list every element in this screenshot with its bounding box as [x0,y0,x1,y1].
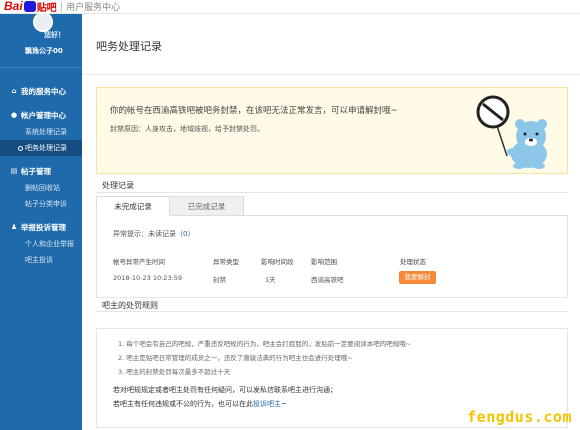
rules-note-prefix: 若吧主有任何违规或不公的行为，也可以在此 [113,400,253,408]
sidebar-item-system-records[interactable]: 系统处理记录 [0,124,82,140]
divider [96,311,568,312]
page-title: 吧务处理记录 [96,40,162,53]
main-content: 吧务处理记录 你的帐号在西渝高铁吧被吧务封禁，在该吧无法正常发言，可以申请解封哦… [82,14,580,430]
tab-incomplete[interactable]: 未完成记录 [96,196,170,216]
service-center-label: 用户服务中心 [66,2,121,13]
avatar[interactable] [33,12,53,32]
logo-bai-text: Bai [4,0,23,13]
rules-section-title: 吧主的处罚规则 [102,301,158,310]
record-tabs: 未完成记录 已完成记录 [96,196,568,216]
complain-owner-link[interactable]: 投诉吧主 [253,400,281,408]
baidu-tieba-logo[interactable]: Bai 贴吧 | 用户服务中心 [4,0,121,14]
rules-note-suffix: ~ [281,400,287,408]
logo-separator: | [59,0,64,12]
sidebar-group-label: 我的服务中心 [21,86,66,96]
sidebar-group-account[interactable]: ● 帐户管理中心 [0,106,82,124]
column-header-status: 处理状态 [400,258,426,266]
tab-completed[interactable]: 已完成记录 [170,196,244,216]
top-bar: Bai 贴吧 | 用户服务中心 [0,0,580,14]
active-dot-icon [18,145,23,151]
sidebar-item-report[interactable]: 个人和企业举报 [0,236,82,252]
abnormal-hint-prefix: 异常提示：未读记录（ [113,230,183,238]
unban-appeal-button[interactable]: 我要解封 [399,271,436,284]
sidebar-group-label: 帖子管理 [21,166,51,176]
sidebar-group-posts[interactable]: ▤ 帖子管理 [0,162,82,180]
notice-message: 你的帐号在西渝高铁吧被吧务封禁，在该吧无法正常发言，可以申请解封哦~ [110,106,398,116]
sidebar-item-recycle-bin[interactable]: 删帖回收站 [0,180,82,196]
divider [82,74,580,75]
record-type: 封禁 [213,276,226,284]
post-icon: ▤ [10,167,18,175]
notice-reason: 封禁原因：人身攻击，地域歧视，给予封禁处罚。 [110,125,264,133]
sidebar-item-complain-owner[interactable]: 吧主投诉 [0,252,82,268]
sidebar-group-label: 帐户管理中心 [21,110,66,120]
abnormal-hint: 异常提示：未读记录（0） [113,229,194,239]
sidebar-item-bawu-records[interactable]: 吧务处理记录 [0,140,82,156]
divider [96,192,568,193]
rule-item: 1. 每个吧会有自己的吧规，严重违反吧规的行为，吧主会打屁屁的，发贴前一定要阅读… [118,340,412,348]
watermark: fengdus.com [467,408,572,426]
rules-note-complain: 若吧主有任何违规或不公的行为，也可以在此投诉吧主~ [113,399,287,409]
username[interactable]: 飘逸公子00 [25,46,63,56]
record-scope: 西渝高铁吧 [311,276,344,284]
record-duration: 1天 [265,276,276,284]
ban-notice: 你的帐号在西渝高铁吧被吧务封禁，在该吧无法正常发言，可以申请解封哦~ 封禁原因：… [96,87,568,174]
bear-with-sign-icon [476,95,547,169]
user-box: 您好！ 飘逸公子00 [0,12,82,68]
sidebar-menu: ⌂ 我的服务中心 ● 帐户管理中心 系统处理记录 吧务处理记录 ▤ 帖子管理 删… [0,68,82,268]
sidebar-group-label: 举报投诉管理 [21,222,66,232]
column-header-duration: 影响时间段 [261,258,294,266]
sidebar-item-my-service-center[interactable]: ⌂ 我的服务中心 [0,82,82,100]
rule-item: 3. 吧主的封禁处罚每次最多不超过十天 [118,368,231,376]
report-icon: ♟ [10,223,18,231]
sidebar-group-report[interactable]: ♟ 举报投诉管理 [0,218,82,236]
abnormal-hint-suffix: ） [187,230,195,238]
column-header-time: 帐号异常产生时间 [113,258,165,266]
paw-icon [23,0,36,12]
greeting: 您好！ [44,31,65,39]
sidebar-item-label: 吧务处理记录 [25,144,67,152]
column-header-scope: 影响范围 [311,258,337,266]
rule-item: 2. 吧主是贴吧日常管理的成员之一，违反了唐骏法典的行为吧主也会进行处理哦~ [118,354,353,362]
sidebar-item-category-appeal[interactable]: 帖子分类申诉 [0,196,82,212]
home-icon: ⌂ [11,87,17,95]
records-panel: 异常提示：未读记录（0） 帐号异常产生时间 异常类型 影响时间段 影响范围 处理… [96,216,568,298]
column-header-type: 异常类型 [213,258,239,266]
record-time: 2018-10-23 10:23:59 [113,274,183,282]
rules-note-contact: 若对吧规规定或者吧主处罚有任何疑问，可以发私信联系吧主进行沟通； [113,386,337,394]
records-section-title: 处理记录 [102,181,134,190]
user-icon: ● [10,111,18,119]
sidebar: 您好！ 飘逸公子00 ⌂ 我的服务中心 ● 帐户管理中心 系统处理记录 吧务处理… [0,12,82,430]
